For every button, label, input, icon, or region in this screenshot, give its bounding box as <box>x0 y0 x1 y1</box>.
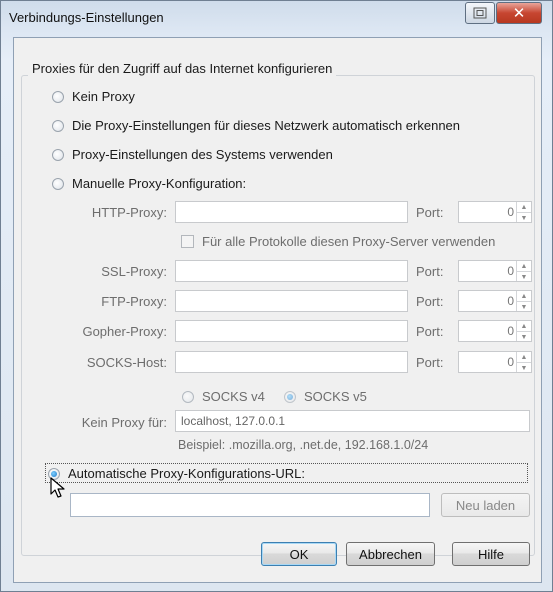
radio-auto-proxy-url[interactable]: Automatische Proxy-Konfigurations-URL: <box>48 466 305 481</box>
radio-system-proxy[interactable]: Proxy-Einstellungen des Systems verwende… <box>52 147 333 162</box>
window-close-button[interactable]: ✕ <box>496 2 542 24</box>
spin-up-icon[interactable]: ▲ <box>517 202 531 213</box>
radio-auto-detect-circle[interactable] <box>52 119 64 132</box>
radio-system-proxy-label: Proxy-Einstellungen des Systems verwende… <box>72 147 333 162</box>
connection-settings-dialog: Verbindungs-Einstellungen ✕ Proxies für … <box>0 0 553 592</box>
spin-down-icon[interactable]: ▼ <box>517 332 531 342</box>
spin-up-icon[interactable]: ▲ <box>517 321 531 332</box>
radio-socks-v5-circle[interactable] <box>284 390 296 403</box>
ssl-proxy-label: SSL-Proxy: <box>101 264 167 279</box>
radio-auto-detect-label: Die Proxy-Einstellungen für dieses Netzw… <box>72 118 461 133</box>
radio-socks-v5-label: SOCKS v5 <box>304 389 367 404</box>
spin-up-icon[interactable]: ▲ <box>517 352 531 363</box>
ssl-port-value: 0 <box>507 264 514 278</box>
socks-port-spinner[interactable]: 0 ▲ ▼ <box>458 351 532 373</box>
gopher-proxy-input[interactable] <box>175 320 408 342</box>
spin-up-icon[interactable]: ▲ <box>517 261 531 272</box>
socks-host-input[interactable] <box>175 351 408 373</box>
spin-up-icon[interactable]: ▲ <box>517 291 531 302</box>
close-icon: ✕ <box>512 5 526 22</box>
ok-button[interactable]: OK <box>261 542 337 566</box>
radio-auto-proxy-url-label: Automatische Proxy-Konfigurations-URL: <box>68 466 305 481</box>
window-help-button[interactable] <box>465 2 495 24</box>
spin-down-icon[interactable]: ▼ <box>517 363 531 373</box>
socks-port-value: 0 <box>507 355 514 369</box>
window-title: Verbindungs-Einstellungen <box>9 10 164 25</box>
ftp-proxy-input[interactable] <box>175 290 408 312</box>
radio-socks-v4-label: SOCKS v4 <box>202 389 265 404</box>
no-proxy-example: Beispiel: .mozilla.org, .net.de, 192.168… <box>178 438 429 452</box>
radio-socks-v4[interactable]: SOCKS v4 <box>182 389 265 404</box>
gopher-proxy-label: Gopher-Proxy: <box>82 324 167 339</box>
reload-button[interactable]: Neu laden <box>441 493 530 517</box>
proxy-group-legend: Proxies für den Zugriff auf das Internet… <box>28 61 337 76</box>
spin-down-icon[interactable]: ▼ <box>517 213 531 223</box>
radio-socks-v5[interactable]: SOCKS v5 <box>284 389 367 404</box>
radio-system-proxy-circle[interactable] <box>52 148 64 161</box>
ftp-proxy-label: FTP-Proxy: <box>101 294 167 309</box>
help-button[interactable]: Hilfe <box>452 542 530 566</box>
gopher-port-label: Port: <box>416 324 444 339</box>
spin-down-icon[interactable]: ▼ <box>517 302 531 312</box>
spin-down-icon[interactable]: ▼ <box>517 272 531 282</box>
radio-manual-proxy[interactable]: Manuelle Proxy-Konfiguration: <box>52 176 246 191</box>
no-proxy-for-label: Kein Proxy für: <box>81 415 167 430</box>
share-proxy-label: Für alle Protokolle diesen Proxy-Server … <box>202 234 496 249</box>
radio-auto-detect[interactable]: Die Proxy-Einstellungen für dieses Netzw… <box>52 118 460 133</box>
ssl-port-label: Port: <box>416 264 444 279</box>
cancel-button[interactable]: Abbrechen <box>346 542 435 566</box>
ssl-proxy-input[interactable] <box>175 260 408 282</box>
http-port-label: Port: <box>416 205 444 220</box>
http-proxy-label: HTTP-Proxy: <box>91 205 167 220</box>
share-proxy-checkbox[interactable] <box>181 235 194 248</box>
ftp-port-value: 0 <box>507 294 514 308</box>
http-proxy-input[interactable] <box>175 201 408 223</box>
no-proxy-for-input[interactable]: localhost, 127.0.0.1 <box>175 410 530 432</box>
gopher-port-value: 0 <box>507 324 514 338</box>
radio-no-proxy[interactable]: Kein Proxy <box>52 89 135 104</box>
radio-socks-v4-circle[interactable] <box>182 390 194 403</box>
mouse-pointer-icon <box>50 477 65 498</box>
help-icon <box>473 7 487 19</box>
ftp-port-label: Port: <box>416 294 444 309</box>
http-port-value: 0 <box>507 205 514 219</box>
radio-no-proxy-circle[interactable] <box>52 90 64 103</box>
socks-host-label: SOCKS-Host: <box>86 355 167 370</box>
gopher-port-spinner[interactable]: 0 ▲ ▼ <box>458 320 532 342</box>
auto-proxy-url-input[interactable] <box>70 493 430 517</box>
ssl-port-spinner[interactable]: 0 ▲ ▼ <box>458 260 532 282</box>
radio-manual-proxy-label: Manuelle Proxy-Konfiguration: <box>72 176 247 191</box>
radio-manual-proxy-circle[interactable] <box>52 177 64 190</box>
ftp-port-spinner[interactable]: 0 ▲ ▼ <box>458 290 532 312</box>
http-port-spinner[interactable]: 0 ▲ ▼ <box>458 201 532 223</box>
socks-port-label: Port: <box>416 355 444 370</box>
radio-no-proxy-label: Kein Proxy <box>72 89 135 104</box>
